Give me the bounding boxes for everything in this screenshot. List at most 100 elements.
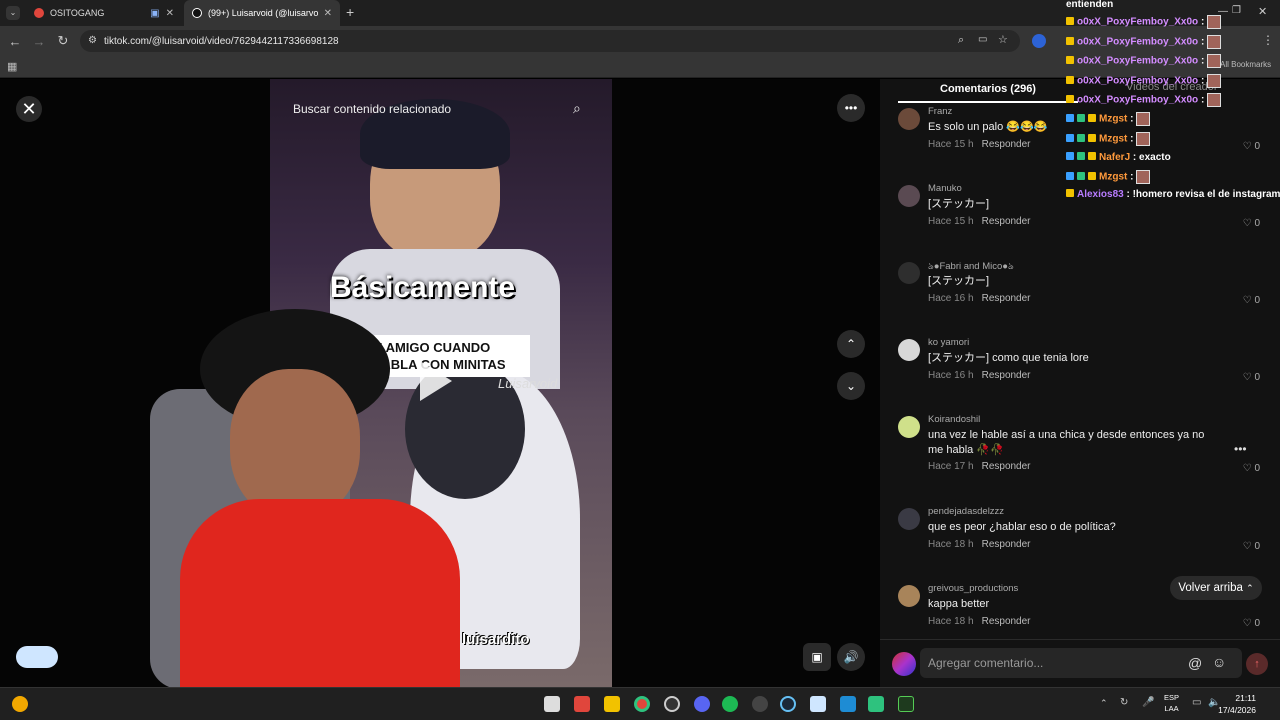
clock-time: 21:11 xyxy=(1235,693,1256,703)
comment-user[interactable]: Koirandoshil xyxy=(928,414,980,425)
tab-ositogang[interactable]: OSITOGANG ▣ ✕ xyxy=(26,0,182,26)
like-count: 0 xyxy=(1254,295,1260,306)
avatar[interactable] xyxy=(898,508,920,530)
vscode-icon[interactable] xyxy=(840,696,856,712)
tab-luisarvoid[interactable]: (99+) Luisarvoid (@luisarvoid) | ✕ xyxy=(184,0,340,26)
comment-time: Hace 15 h xyxy=(928,216,974,227)
like-button[interactable]: ♡ 0 xyxy=(1243,372,1260,383)
forward-icon[interactable]: → xyxy=(30,32,48,50)
comment-item: ঌ●Fabri and Mico●ঌ [ステッカー] Hace 16 h Resp… xyxy=(898,260,1268,334)
emoji-icon[interactable]: ☺ xyxy=(1212,654,1226,670)
avatar[interactable] xyxy=(898,185,920,207)
search-icon[interactable]: ⌕ xyxy=(573,100,581,117)
reply-button[interactable]: Responder xyxy=(982,370,1031,381)
tab-window-icon[interactable]: ▣ xyxy=(150,8,159,19)
extension-pill-icon[interactable] xyxy=(16,646,58,668)
close-video-button[interactable]: ✕ xyxy=(16,96,42,122)
avatar[interactable] xyxy=(898,262,920,284)
zoom-icon[interactable]: ⌕ xyxy=(958,34,964,47)
search-related-input[interactable]: Buscar contenido relacionado ⌕ xyxy=(285,96,591,122)
mention-icon[interactable]: @ xyxy=(1188,655,1202,671)
comment-user[interactable]: Franz xyxy=(928,106,952,117)
avatar[interactable] xyxy=(898,416,920,438)
mini-player-icon[interactable]: ▣ xyxy=(803,643,831,671)
comment-more-icon[interactable]: ••• xyxy=(1234,442,1247,456)
reload-icon[interactable]: ↻ xyxy=(54,32,72,50)
comment-meta: Hace 15 h Responder xyxy=(928,139,1031,150)
cast-icon[interactable]: ▭ xyxy=(978,34,987,45)
tab-favicon-icon xyxy=(34,8,44,18)
like-count: 0 xyxy=(1254,218,1260,229)
avatar[interactable] xyxy=(898,585,920,607)
spotify-icon[interactable] xyxy=(722,696,738,712)
chrome-icon[interactable] xyxy=(634,696,650,712)
like-button[interactable]: ♡ 0 xyxy=(1243,541,1260,552)
comment-user[interactable]: ঌ●Fabri and Mico●ঌ xyxy=(928,260,1014,275)
comment-user[interactable]: Manuko xyxy=(928,183,962,194)
terminal-icon[interactable] xyxy=(898,696,914,712)
emote-icon xyxy=(1207,15,1222,29)
tab-close-icon[interactable]: ✕ xyxy=(324,8,332,19)
steam-icon[interactable] xyxy=(780,696,796,712)
chat-text: : xyxy=(1200,94,1205,106)
avatar[interactable] xyxy=(898,339,920,361)
like-button[interactable]: ♡ 0 xyxy=(1243,463,1260,474)
back-icon[interactable]: ← xyxy=(6,32,24,50)
notes-icon[interactable] xyxy=(810,696,826,712)
comment-user[interactable]: greivous_productions xyxy=(928,583,1018,594)
display-icon[interactable]: ▭ xyxy=(1192,697,1201,708)
like-button[interactable]: ♡ 0 xyxy=(1243,618,1260,629)
new-tab-icon[interactable]: + xyxy=(346,4,354,20)
app-red-icon[interactable] xyxy=(574,696,590,712)
previous-video-button[interactable]: ⌃ xyxy=(837,330,865,358)
bookmark-star-icon[interactable]: ☆ xyxy=(998,33,1008,46)
microphone-icon[interactable]: 🎤 xyxy=(1142,697,1154,708)
language-indicator[interactable]: ESP LAA xyxy=(1164,692,1179,714)
address-bar[interactable]: ⚙ tiktok.com/@luisarvoid/video/762944211… xyxy=(80,30,1020,52)
avatar[interactable] xyxy=(898,108,920,130)
more-options-button[interactable]: ••• xyxy=(837,94,865,122)
tray-sync-icon[interactable]: ↻ xyxy=(1120,697,1128,708)
reply-button[interactable]: Responder xyxy=(982,293,1031,304)
weather-icon[interactable] xyxy=(12,696,28,712)
obs-icon[interactable] xyxy=(664,696,680,712)
site-info-icon[interactable]: ⚙ xyxy=(88,35,97,46)
comment-item: Koirandoshil una vez le hable así a una … xyxy=(898,414,1268,504)
chat-user: Mzgst xyxy=(1099,133,1128,145)
app-dark-icon[interactable] xyxy=(752,696,768,712)
comment-meta: Hace 18 h Responder xyxy=(928,616,1031,627)
tab-comments[interactable]: Comentarios (296) xyxy=(898,79,1078,103)
like-button[interactable]: ♡ 0 xyxy=(1243,218,1260,229)
like-button[interactable]: ♡ 0 xyxy=(1243,295,1260,306)
back-to-top-button[interactable]: Volver arriba ⌃ xyxy=(1170,576,1262,600)
reply-button[interactable]: Responder xyxy=(982,616,1031,627)
task-view-icon[interactable] xyxy=(544,696,560,712)
double-chevron-up-icon: ⌃ xyxy=(1246,582,1254,593)
comment-time: Hace 15 h xyxy=(928,139,974,150)
badge-icon xyxy=(1066,113,1074,122)
comment-user[interactable]: pendejadasdelzzz xyxy=(928,506,1004,517)
file-explorer-icon[interactable] xyxy=(604,696,620,712)
badge-icon xyxy=(1077,113,1085,122)
comment-user[interactable]: ko yamori xyxy=(928,337,969,348)
volume-icon[interactable]: 🔊 xyxy=(837,643,865,671)
user-avatar[interactable] xyxy=(892,652,916,676)
app-green-icon[interactable] xyxy=(868,696,884,712)
extension-icon[interactable] xyxy=(1032,34,1046,48)
like-count: 0 xyxy=(1254,463,1260,474)
chat-user: o0xX_PoxyFemboy_Xx0o xyxy=(1077,36,1199,48)
tray-chevron-icon[interactable]: ⌃ xyxy=(1100,698,1108,709)
system-clock[interactable]: 21:11 17/4/2026 xyxy=(1218,692,1256,716)
chat-text: : exacto xyxy=(1132,152,1171,163)
reply-button[interactable]: Responder xyxy=(982,461,1031,472)
chat-user: o0xX_PoxyFemboy_Xx0o xyxy=(1077,94,1199,106)
tab-list-chevron-icon[interactable]: ⌄ xyxy=(6,6,20,20)
tab-close-icon[interactable]: ✕ xyxy=(166,8,174,19)
discord-icon[interactable] xyxy=(694,696,710,712)
next-video-button[interactable]: ⌄ xyxy=(837,372,865,400)
reply-button[interactable]: Responder xyxy=(982,216,1031,227)
reply-button[interactable]: Responder xyxy=(982,139,1031,150)
send-icon[interactable]: ↑ xyxy=(1246,653,1268,675)
apps-grid-icon[interactable]: ▦ xyxy=(7,60,17,73)
reply-button[interactable]: Responder xyxy=(982,539,1031,550)
